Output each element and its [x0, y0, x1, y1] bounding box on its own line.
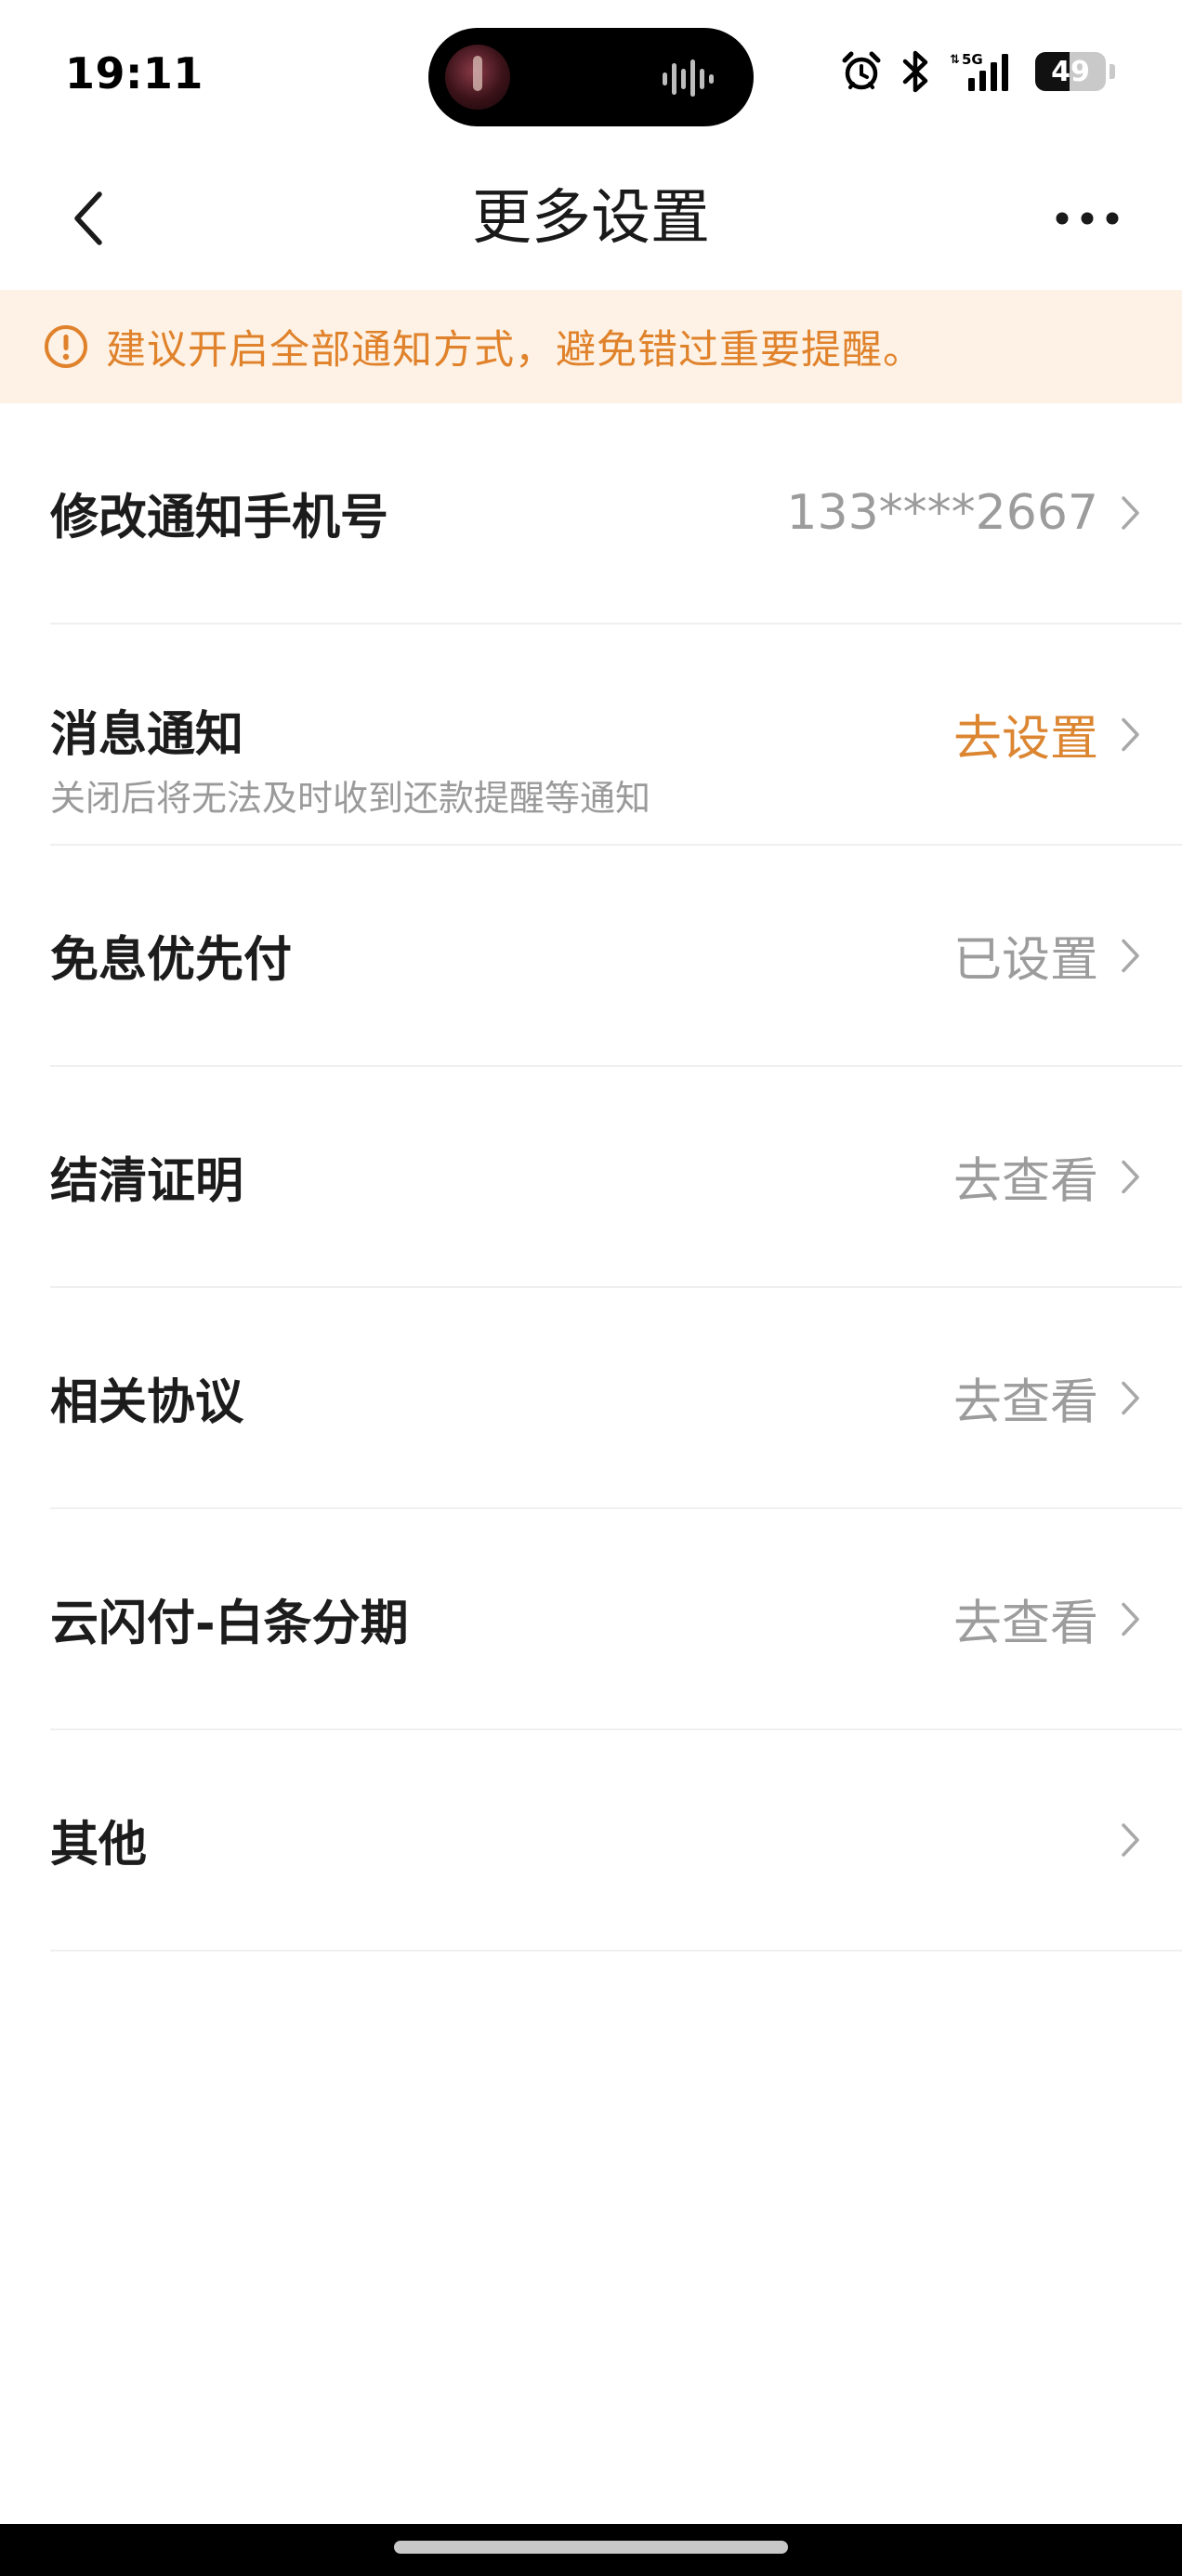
- row-interest-free-priority-pay[interactable]: 免息优先付 已设置: [50, 846, 1182, 1067]
- alarm-icon: [842, 51, 881, 90]
- row-unionpay-installment[interactable]: 云闪付-白条分期 去查看: [50, 1509, 1182, 1730]
- row-settlement-certificate[interactable]: 结清证明 去查看: [50, 1067, 1182, 1288]
- row-title: 其他: [50, 1817, 148, 1873]
- svg-text:⇅: ⇅: [950, 53, 960, 67]
- view-value: 去查看: [952, 1153, 1098, 1210]
- phone-number-value: 133****2667: [786, 485, 1098, 541]
- notice-text: 建议开启全部通知方式，避免错过重要提醒。: [106, 327, 924, 374]
- row-message-notification[interactable]: 消息通知 关闭后将无法及时收到还款提醒等通知 去设置: [50, 624, 1182, 846]
- row-title: 相关协议: [50, 1374, 244, 1431]
- more-button[interactable]: [1041, 191, 1134, 246]
- view-value: 去查看: [952, 1374, 1098, 1431]
- chevron-right-icon: [1122, 1823, 1139, 1857]
- row-right: 去查看: [953, 1142, 1141, 1212]
- row-subtitle: 关闭后将无法及时收到还款提醒等通知: [50, 778, 651, 819]
- row-title: 消息通知: [50, 707, 244, 763]
- chevron-right-icon: [1122, 1160, 1139, 1193]
- notification-tip-banner: 建议开启全部通知方式，避免错过重要提醒。: [0, 290, 1182, 403]
- row-right: 133****2667: [786, 485, 1141, 541]
- chevron-right-icon: [1122, 939, 1139, 972]
- status-time: 19:11: [65, 48, 204, 99]
- row-title: 结清证明: [50, 1153, 244, 1210]
- bluetooth-icon: [902, 50, 928, 93]
- alert-circle-icon: [45, 325, 87, 368]
- go-settings-value: 去设置: [952, 711, 1098, 768]
- row-right: 去查看: [953, 1584, 1141, 1654]
- row-related-agreements[interactable]: 相关协议 去查看: [50, 1288, 1182, 1509]
- row-right: 去设置: [953, 700, 1141, 769]
- row-other[interactable]: 其他: [50, 1730, 1182, 1952]
- cellular-5g-signal-icon: ⇅ 5G: [950, 51, 1008, 91]
- nav-bar: 更多设置: [0, 149, 1182, 288]
- row-title: 云闪付-白条分期: [50, 1596, 409, 1652]
- svg-text:5G: 5G: [962, 51, 983, 68]
- more-dots-icon: [1056, 212, 1119, 225]
- row-right: 去查看: [953, 1363, 1141, 1433]
- home-indicator[interactable]: [394, 2541, 788, 2554]
- chevron-right-icon: [1122, 717, 1139, 751]
- status-value: 已设置: [952, 932, 1098, 989]
- dynamic-island[interactable]: [428, 28, 754, 126]
- row-title: 免息优先付: [50, 932, 293, 989]
- row-title: 修改通知手机号: [50, 490, 389, 546]
- view-value: 去查看: [952, 1596, 1098, 1652]
- battery-percent: 49: [1051, 55, 1090, 88]
- status-bar: 19:11 ⇅ 5G 49: [0, 0, 1182, 149]
- chevron-right-icon: [1122, 1602, 1139, 1636]
- audio-waveform-icon: [663, 59, 714, 97]
- battery-cap: [1110, 64, 1115, 79]
- status-icons: ⇅ 5G 49: [840, 48, 1115, 95]
- row-change-notify-phone[interactable]: 修改通知手机号 133****2667: [50, 403, 1182, 624]
- page-title: 更多设置: [472, 184, 710, 253]
- settings-list: 修改通知手机号 133****2667 消息通知 关闭后将无法及时收到还款提醒等…: [0, 403, 1182, 1952]
- row-right: 已设置: [953, 921, 1141, 991]
- now-playing-artwork: [445, 45, 510, 110]
- chevron-right-icon: [1122, 496, 1139, 530]
- row-right: [1098, 1821, 1141, 1859]
- page: 19:11 ⇅ 5G 49 更多设置 建议开启全部通知方式，避免错过重要提醒。 …: [0, 0, 1182, 2576]
- battery-indicator: 49: [1035, 52, 1106, 91]
- chevron-right-icon: [1122, 1381, 1139, 1414]
